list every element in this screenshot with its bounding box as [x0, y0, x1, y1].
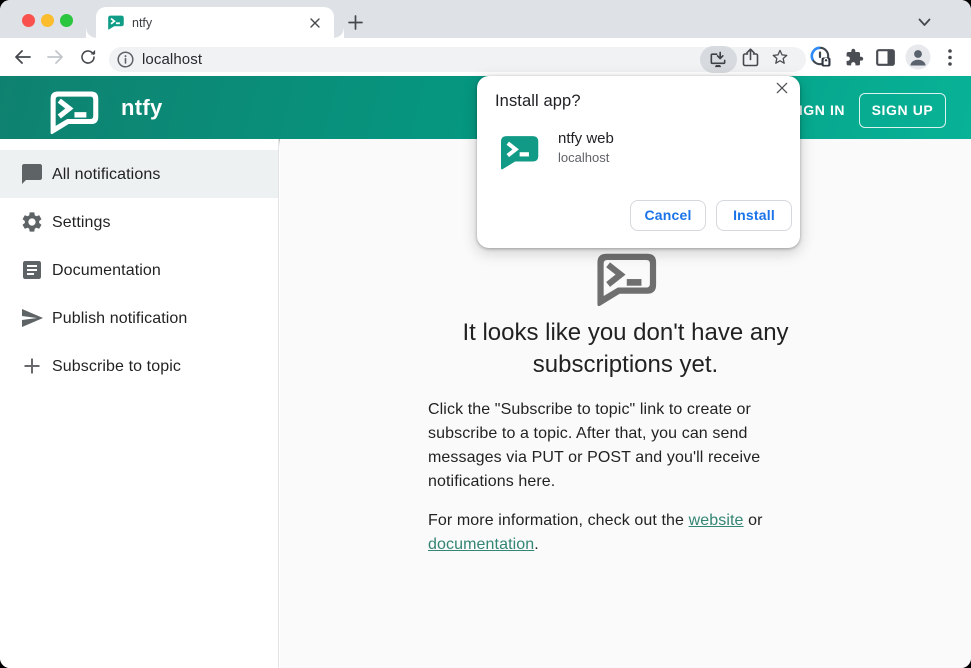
sidebar-item-label: Settings	[52, 214, 111, 231]
new-tab-button[interactable]	[348, 15, 363, 30]
install-app-toolbar-button[interactable]	[700, 46, 737, 73]
traffic-light-close[interactable]	[22, 14, 35, 27]
back-arrow-icon	[14, 50, 31, 64]
sidebar-item-all-notifications[interactable]: All notifications	[0, 150, 278, 198]
sidebar-item-label: Documentation	[52, 262, 161, 279]
empty-state-info: For more information, check out the webs…	[428, 509, 828, 557]
traffic-light-zoom[interactable]	[60, 14, 73, 27]
puzzle-icon	[846, 48, 863, 65]
browser-window: ntfy localhost ntfy SIGN IN SIGN UP All …	[0, 0, 971, 668]
empty-state-terminal-icon	[597, 253, 657, 307]
sidebar-item-subscribe-to-topic[interactable]: Subscribe to topic	[0, 342, 278, 390]
forward-button[interactable]	[41, 38, 69, 76]
bookmark-star-button[interactable]	[766, 38, 794, 76]
forward-arrow-icon	[46, 50, 63, 64]
sidebar-item-settings[interactable]: Settings	[0, 198, 278, 246]
documentation-link[interactable]: documentation	[428, 536, 534, 553]
site-info-icon[interactable]	[117, 51, 134, 68]
info-text: .	[534, 536, 539, 553]
sidebar-item-label: All notifications	[52, 166, 161, 183]
password-lock-icon	[810, 46, 831, 67]
reload-icon	[81, 49, 96, 64]
app-title: ntfy	[121, 95, 163, 120]
browser-tab[interactable]: ntfy	[96, 7, 344, 38]
ntfy-favicon-icon	[108, 15, 124, 30]
tab-title: ntfy	[132, 16, 153, 30]
send-icon	[22, 309, 43, 327]
sign-up-button[interactable]: SIGN UP	[859, 93, 946, 128]
traffic-light-minimize[interactable]	[41, 14, 54, 27]
reload-button[interactable]	[74, 38, 102, 76]
empty-state-heading: It looks like you don't have any subscri…	[462, 319, 789, 378]
tab-strip: ntfy	[0, 0, 971, 38]
article-icon	[23, 261, 41, 279]
sidebar-item-label: Subscribe to topic	[52, 358, 181, 375]
browser-toolbar: localhost	[0, 38, 971, 76]
profile-avatar[interactable]	[904, 38, 931, 76]
empty-state-paragraph: Click the "Subscribe to topic" link to c…	[428, 401, 761, 490]
back-button[interactable]	[8, 38, 36, 76]
ntfy-logo-icon	[50, 91, 99, 135]
password-manager-extension-button[interactable]	[806, 38, 836, 76]
sidebar: All notifications Settings Documentation…	[0, 139, 279, 668]
extensions-button[interactable]	[840, 38, 868, 76]
sidebar-item-documentation[interactable]: Documentation	[0, 246, 278, 294]
app-origin: localhost	[558, 150, 610, 165]
install-monitor-icon	[710, 51, 726, 68]
browser-menu-button[interactable]	[938, 38, 962, 76]
install-app-dialog: Install app? ntfy web localhost Cancel I…	[477, 76, 800, 248]
side-panel-icon	[875, 48, 895, 66]
url-text: localhost	[142, 51, 203, 68]
settings-gear-icon	[22, 212, 42, 232]
website-link[interactable]: website	[689, 512, 744, 529]
share-icon	[742, 47, 758, 66]
star-icon	[772, 49, 788, 64]
three-dot-menu-icon	[948, 48, 952, 66]
dialog-close-icon[interactable]	[774, 80, 790, 96]
side-panel-button[interactable]	[871, 38, 899, 76]
plus-icon	[24, 358, 40, 374]
share-button[interactable]	[737, 38, 763, 76]
cancel-button[interactable]: Cancel	[630, 200, 706, 231]
dialog-title: Install app?	[495, 92, 581, 110]
install-button[interactable]: Install	[716, 200, 792, 231]
sidebar-item-label: Publish notification	[52, 310, 188, 327]
ntfy-app-icon	[501, 136, 539, 170]
info-text: or	[743, 512, 763, 529]
avatar-person-icon	[905, 44, 930, 70]
sidebar-item-publish-notification[interactable]: Publish notification	[0, 294, 278, 342]
tab-search-chevron-icon[interactable]	[918, 18, 931, 27]
tab-close-icon[interactable]	[310, 18, 320, 28]
info-text: For more information, check out the	[428, 512, 689, 529]
empty-state-text-column: Click the "Subscribe to topic" link to c…	[428, 398, 828, 557]
chat-bubble-icon	[22, 164, 42, 184]
app-name: ntfy web	[558, 130, 614, 147]
